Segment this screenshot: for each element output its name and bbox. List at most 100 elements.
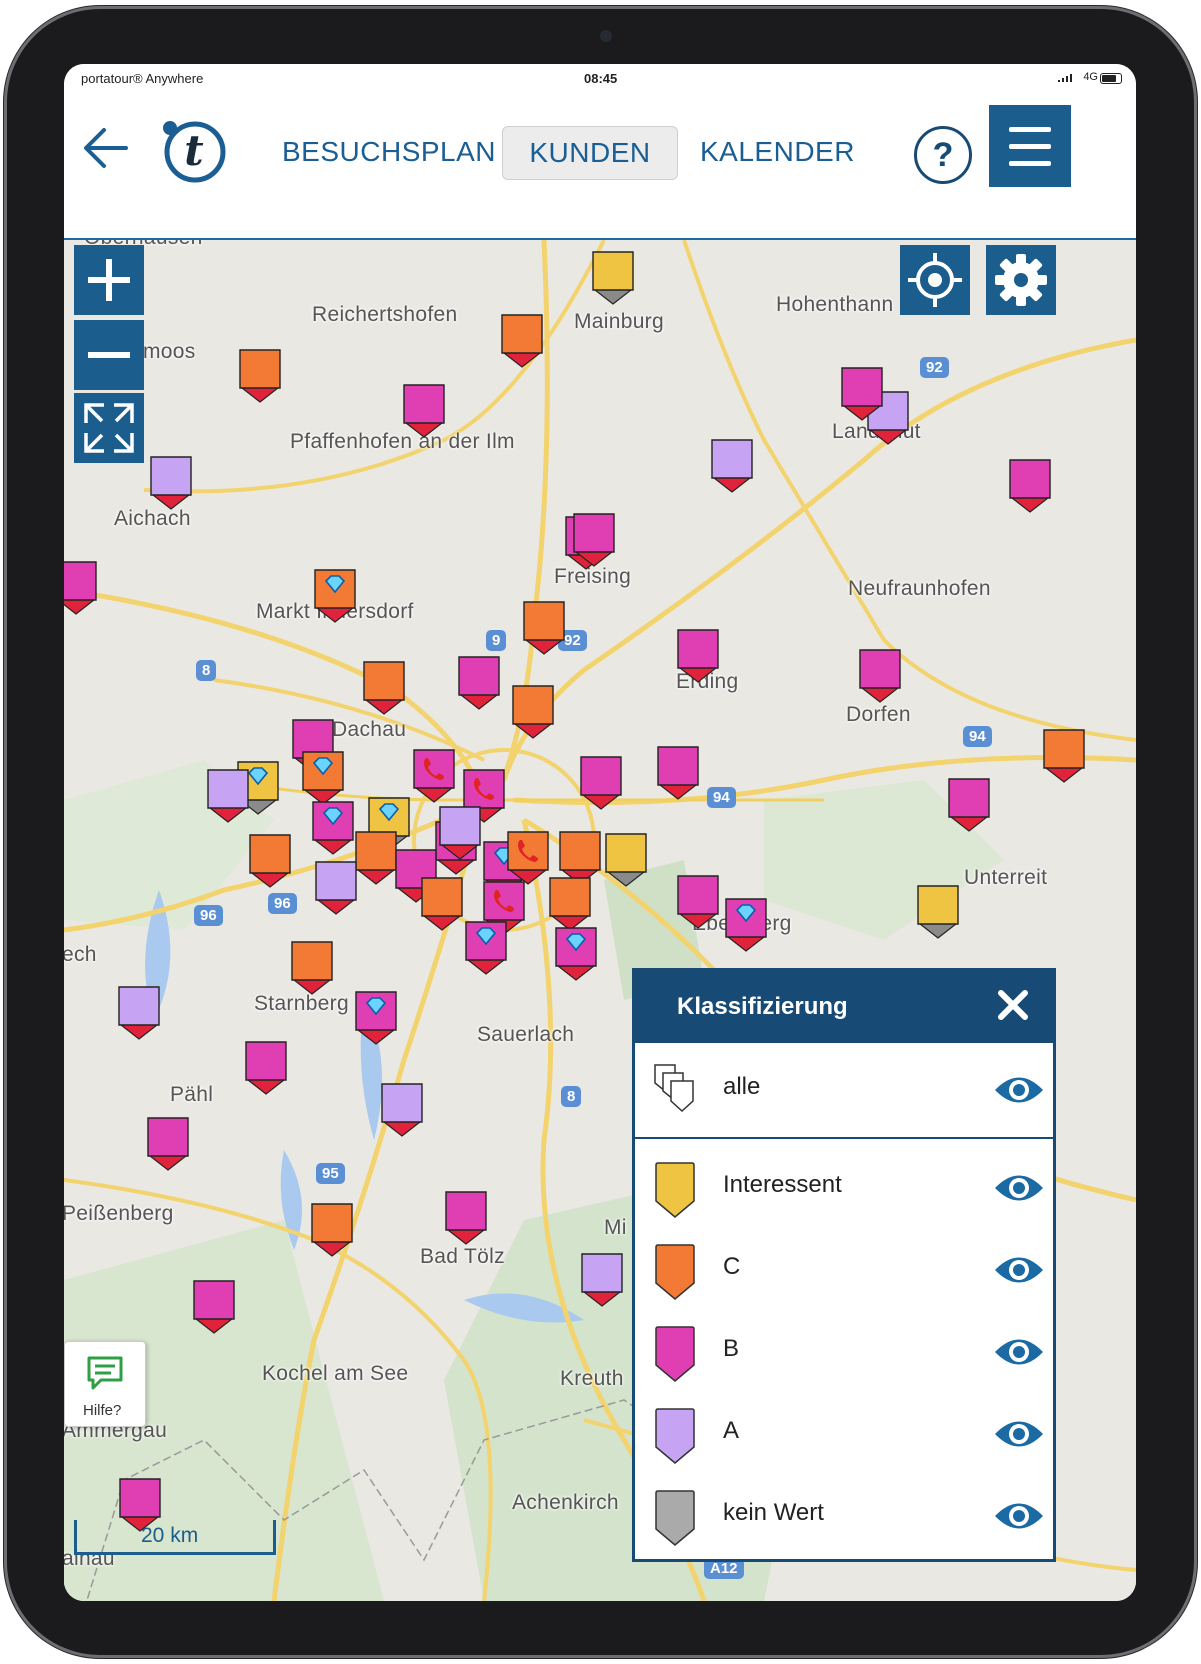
customer-marker[interactable] (580, 1252, 624, 1308)
place-label: Unterreit (964, 866, 1048, 889)
customer-marker[interactable] (402, 383, 446, 439)
customer-marker[interactable] (146, 1116, 190, 1172)
customer-marker[interactable] (676, 874, 720, 930)
legend-row[interactable]: alle (635, 1049, 1053, 1129)
eye-icon[interactable] (993, 1499, 1045, 1533)
legend-divider (635, 1137, 1053, 1139)
customer-marker[interactable] (192, 1279, 236, 1335)
status-bar: portatour® Anywhere 08:45 4G (64, 64, 1136, 90)
zoom-out-button[interactable] (74, 320, 144, 390)
customer-marker[interactable] (916, 884, 960, 940)
customer-marker[interactable] (676, 628, 720, 684)
legend-row[interactable]: C (635, 1229, 1053, 1309)
customer-marker[interactable] (840, 366, 884, 422)
customer-marker[interactable] (457, 655, 501, 711)
customer-marker[interactable] (438, 805, 482, 861)
road-shield: 8 (561, 1086, 582, 1107)
customer-marker[interactable] (244, 1040, 288, 1096)
customer-marker[interactable] (310, 1202, 354, 1258)
place-label: Mainburg (574, 310, 664, 333)
customer-marker[interactable] (604, 832, 648, 888)
battery-icon (1100, 73, 1122, 84)
eye-icon[interactable] (993, 1335, 1045, 1369)
customer-marker[interactable] (522, 600, 566, 656)
legend-label: C (723, 1253, 741, 1280)
customer-marker[interactable] (354, 830, 398, 886)
svg-text:t: t (184, 126, 203, 175)
eye-icon[interactable] (993, 1073, 1045, 1107)
status-network: 4G (1083, 71, 1098, 83)
customer-marker-diamond[interactable] (301, 750, 345, 806)
customer-marker-diamond[interactable] (354, 990, 398, 1046)
eye-icon[interactable] (993, 1253, 1045, 1287)
expand-icon (84, 403, 134, 453)
zoom-in-button[interactable] (74, 245, 144, 315)
back-arrow-icon[interactable] (82, 126, 130, 170)
customer-marker[interactable] (314, 860, 358, 916)
customer-marker-diamond[interactable] (313, 568, 357, 624)
customer-marker[interactable] (290, 940, 334, 996)
customer-marker[interactable] (420, 876, 464, 932)
tab-kalender[interactable]: KALENDER (700, 126, 854, 178)
customer-marker[interactable] (579, 755, 623, 811)
customer-marker[interactable] (947, 777, 991, 833)
customer-marker[interactable] (149, 455, 193, 511)
panel-title: Klassifizierung (677, 993, 848, 1020)
help-widget[interactable]: Hilfe? (64, 1341, 146, 1427)
road-shield: 96 (268, 893, 297, 914)
customer-marker-diamond[interactable] (311, 800, 355, 856)
fullscreen-button[interactable] (74, 393, 144, 463)
customer-marker[interactable] (591, 250, 635, 306)
customer-marker-phone[interactable] (412, 748, 456, 804)
legend-row[interactable]: B (635, 1311, 1053, 1391)
customer-marker[interactable] (1008, 458, 1052, 514)
chat-icon (87, 1356, 123, 1390)
customer-marker[interactable] (500, 313, 544, 369)
eye-icon[interactable] (993, 1171, 1045, 1205)
settings-button[interactable] (986, 245, 1056, 315)
customer-marker[interactable] (656, 745, 700, 801)
customer-marker[interactable] (380, 1082, 424, 1138)
road-shield: 8 (196, 660, 217, 681)
top-navbar: t BESUCHSPLAN KUNDEN KALENDER ? (64, 90, 1136, 240)
customer-marker-diamond[interactable] (554, 926, 598, 982)
customer-marker[interactable] (117, 985, 161, 1041)
plus-icon (88, 259, 130, 301)
customer-marker[interactable] (1042, 728, 1086, 784)
customer-marker[interactable] (572, 512, 616, 568)
place-label: Pähl (170, 1083, 214, 1106)
help-button[interactable]: ? (914, 126, 972, 184)
customer-marker[interactable] (64, 560, 98, 616)
place-label: Hohenthann (776, 293, 894, 316)
locate-button[interactable] (900, 245, 970, 315)
tab-kunden[interactable]: KUNDEN (502, 126, 678, 180)
place-label: Achenkirch (512, 1491, 619, 1514)
scale-label: 20 km (141, 1524, 199, 1547)
legend-row[interactable]: Interessent (635, 1147, 1053, 1227)
close-icon[interactable] (995, 987, 1031, 1023)
legend-label: B (723, 1335, 740, 1362)
customer-marker[interactable] (444, 1190, 488, 1246)
tab-besuchsplan[interactable]: BESUCHSPLAN (282, 126, 496, 178)
place-label: Peißenberg (64, 1202, 174, 1225)
legend-row[interactable]: A (635, 1393, 1053, 1473)
map-view[interactable]: Oberhausen Reichertshofen Mainburg Hohen… (64, 240, 1136, 1601)
customer-marker[interactable] (362, 660, 406, 716)
menu-button[interactable] (989, 105, 1071, 187)
legend-row[interactable]: kein Wert (635, 1475, 1053, 1555)
place-label: Kochel am See (262, 1362, 409, 1385)
legend-swatch-icon (655, 1244, 695, 1300)
customer-marker[interactable] (858, 648, 902, 704)
customer-marker[interactable] (238, 348, 282, 404)
customer-marker-diamond[interactable] (724, 897, 768, 953)
customer-marker[interactable] (206, 768, 250, 824)
customer-marker[interactable] (710, 438, 754, 494)
customer-marker-phone[interactable] (506, 830, 550, 886)
customer-marker[interactable] (248, 833, 292, 889)
customer-marker[interactable] (511, 684, 555, 740)
eye-icon[interactable] (993, 1417, 1045, 1451)
customer-marker-diamond[interactable] (464, 920, 508, 976)
place-label: Reichertshofen (312, 303, 458, 326)
road-shield: 94 (963, 726, 992, 747)
customer-marker[interactable] (548, 876, 592, 932)
